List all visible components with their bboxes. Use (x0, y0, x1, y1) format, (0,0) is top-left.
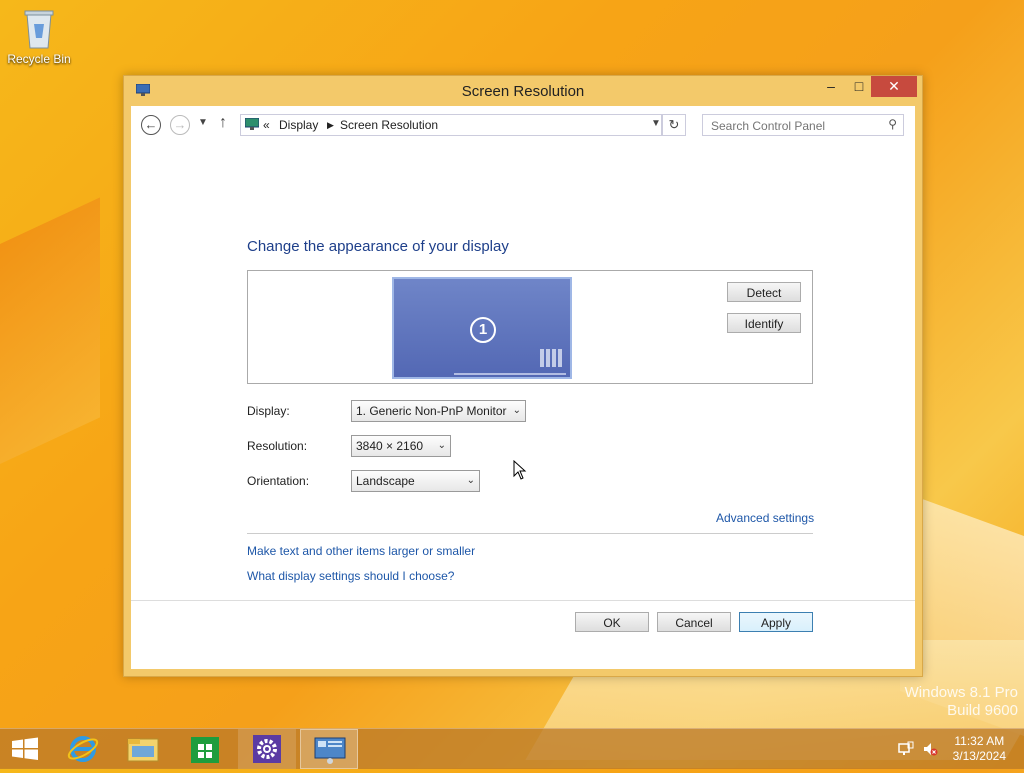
settings-icon (253, 735, 281, 763)
resolution-label: Resolution: (247, 439, 308, 453)
clock-time: 11:32 AM (954, 734, 1005, 748)
maximize-button[interactable]: □ (844, 76, 874, 97)
system-clock[interactable]: 11:32 AM 3/13/2024 (953, 734, 1006, 764)
taskbar-store[interactable] (176, 729, 234, 769)
clock-date: 3/13/2024 (952, 749, 1006, 763)
watermark-build: Build 9600 (947, 702, 1018, 719)
display-select[interactable]: 1. Generic Non-PnP Monitor ⌄ (351, 400, 526, 422)
recent-locations-chevron-icon[interactable]: ▼ (198, 117, 208, 128)
breadcrumb-screen-resolution[interactable]: Screen Resolution (340, 118, 438, 132)
title-bar[interactable]: Screen Resolution – □ ✕ (124, 76, 922, 106)
divider (247, 533, 813, 534)
close-button[interactable]: ✕ (871, 76, 917, 97)
start-tiles-icon (540, 349, 564, 367)
chevron-down-icon: ⌄ (437, 440, 446, 451)
identify-button[interactable]: Identify (727, 313, 801, 333)
wallpaper-shape (0, 197, 100, 483)
resolution-select[interactable]: 3840 × 2160 ⌄ (351, 435, 451, 457)
recycle-bin-shortcut[interactable]: Recycle Bin (6, 6, 72, 66)
window-title: Screen Resolution (461, 83, 585, 100)
navigation-bar: ← → ▼ ↑ « Display ▶ Screen Resolution ▼ … (131, 106, 915, 146)
detect-button[interactable]: Detect (727, 282, 801, 302)
monitor-number-badge: 1 (470, 317, 496, 343)
recycle-bin-label: Recycle Bin (7, 52, 71, 66)
orientation-label: Orientation: (247, 474, 310, 488)
display-label: Display: (247, 404, 290, 418)
orientation-select[interactable]: Landscape ⌄ (351, 470, 480, 492)
monitor-taskbar-line (454, 373, 566, 375)
apply-button[interactable]: Apply (739, 612, 813, 632)
watermark-edition: Windows 8.1 Pro (904, 684, 1018, 701)
back-button[interactable]: ← (141, 115, 161, 135)
page-heading: Change the appearance of your display (247, 238, 509, 255)
taskbar-screen-resolution[interactable] (300, 729, 358, 769)
search-input[interactable] (709, 117, 883, 135)
taskbar-file-explorer[interactable] (114, 729, 172, 769)
store-icon (191, 737, 219, 763)
taskbar-internet-explorer[interactable] (54, 729, 112, 769)
taskbar-settings[interactable] (238, 729, 296, 769)
breadcrumb-display[interactable]: Display (279, 118, 318, 132)
file-explorer-icon (127, 738, 159, 762)
internet-explorer-icon (67, 736, 99, 762)
mouse-cursor-icon (513, 460, 527, 480)
control-panel-icon (245, 118, 259, 130)
window-content: ← → ▼ ↑ « Display ▶ Screen Resolution ▼ … (131, 106, 915, 669)
chevron-down-icon: ⌄ (512, 405, 521, 416)
screen-resolution-window: Screen Resolution – □ ✕ ← → ▼ ↑ « Displa… (123, 75, 923, 677)
footer-divider (131, 600, 915, 601)
up-button[interactable]: ↑ (219, 114, 227, 132)
cancel-button[interactable]: Cancel (657, 612, 731, 632)
orientation-select-value: Landscape (356, 474, 415, 488)
minimize-button[interactable]: – (816, 76, 846, 97)
os-watermark: Windows 8.1 Pro Build 9600 (905, 684, 1018, 720)
search-box[interactable]: ⚲ (702, 114, 904, 136)
start-icon (12, 737, 38, 760)
monitor-1-thumbnail[interactable]: 1 (392, 277, 572, 379)
display-select-value: 1. Generic Non-PnP Monitor (356, 404, 507, 418)
breadcrumb-overflow[interactable]: « (263, 118, 270, 132)
network-icon[interactable] (898, 741, 914, 757)
advanced-settings-link[interactable]: Advanced settings (716, 511, 814, 525)
chevron-down-icon: ⌄ (466, 475, 475, 486)
recycle-bin-icon (22, 6, 56, 50)
display-help-link[interactable]: What display settings should I choose? (247, 569, 454, 583)
resolution-select-value: 3840 × 2160 (356, 439, 424, 453)
display-preview-area: 1 Detect Identify (247, 270, 813, 384)
screen-resolution-icon (314, 737, 346, 764)
text-size-link[interactable]: Make text and other items larger or smal… (247, 544, 475, 558)
address-bar[interactable]: « Display ▶ Screen Resolution ▼ (240, 114, 662, 136)
start-button[interactable] (0, 729, 58, 769)
refresh-button[interactable]: ↻ (662, 114, 686, 136)
forward-button[interactable]: → (170, 115, 190, 135)
taskbar: 11:32 AM 3/13/2024 (0, 728, 1024, 769)
volume-muted-icon[interactable] (922, 741, 938, 757)
search-icon[interactable]: ⚲ (888, 117, 897, 131)
address-dropdown-chevron-icon[interactable]: ▼ (651, 118, 661, 129)
ok-button[interactable]: OK (575, 612, 649, 632)
breadcrumb-separator-icon: ▶ (327, 120, 334, 130)
